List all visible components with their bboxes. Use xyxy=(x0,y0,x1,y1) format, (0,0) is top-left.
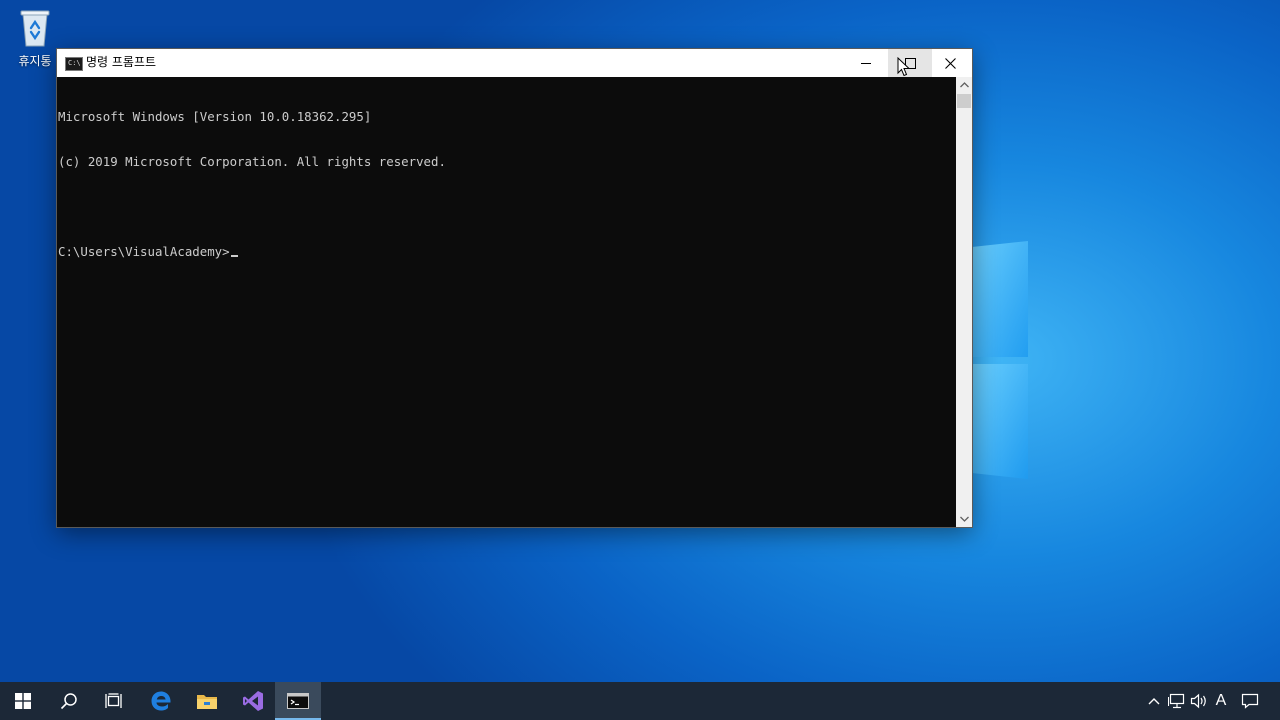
close-icon xyxy=(944,57,956,69)
folder-icon xyxy=(197,695,217,709)
text-cursor xyxy=(230,255,238,257)
chevron-down-icon xyxy=(959,516,969,522)
cmd-app-icon: C:\ xyxy=(65,57,83,71)
task-view-icon xyxy=(105,693,122,708)
scroll-up-button[interactable] xyxy=(956,77,972,93)
mouse-pointer-icon xyxy=(897,57,911,77)
taskbar-edge[interactable] xyxy=(138,682,184,720)
taskbar-file-explorer[interactable] xyxy=(184,682,230,720)
chevron-up-icon xyxy=(1148,698,1160,705)
title-bar[interactable]: C:\ 명령 프롬프트 xyxy=(57,49,972,77)
command-prompt-icon xyxy=(287,693,309,709)
window-title: 명령 프롬프트 xyxy=(86,55,157,69)
minimize-icon xyxy=(860,62,871,64)
console-line: (c) 2019 Microsoft Corporation. All righ… xyxy=(58,154,446,169)
minimize-button[interactable] xyxy=(844,49,888,77)
close-button[interactable] xyxy=(928,49,972,77)
console-prompt-line: C:\Users\VisualAcademy> xyxy=(58,244,956,259)
start-button[interactable] xyxy=(0,682,46,720)
network-icon xyxy=(1168,693,1185,709)
chevron-up-icon xyxy=(959,82,969,88)
command-prompt-window[interactable]: C:\ 명령 프롬프트 Microsoft Windows [Version 1… xyxy=(57,49,972,527)
console-output[interactable]: Microsoft Windows [Version 10.0.18362.29… xyxy=(57,77,956,527)
recycle-bin-icon xyxy=(20,10,50,47)
action-center-button[interactable] xyxy=(1238,682,1262,720)
taskbar-visual-studio[interactable] xyxy=(230,682,276,720)
search-button[interactable] xyxy=(46,682,92,720)
windows-start-icon xyxy=(15,693,31,709)
taskbar: A xyxy=(0,682,1280,720)
volume-button[interactable] xyxy=(1188,682,1210,720)
vertical-scrollbar[interactable] xyxy=(956,77,972,527)
recycle-bin-label: 휴지통 xyxy=(18,54,52,68)
notification-icon xyxy=(1241,693,1259,709)
scroll-thumb[interactable] xyxy=(957,94,971,108)
recycle-bin[interactable]: 휴지통 xyxy=(10,6,60,69)
task-view-button[interactable] xyxy=(91,682,137,720)
show-hidden-icons-button[interactable] xyxy=(1144,682,1164,720)
speaker-icon xyxy=(1190,693,1206,709)
scroll-down-button[interactable] xyxy=(956,511,972,527)
search-icon xyxy=(60,693,77,710)
input-language-indicator[interactable]: A xyxy=(1211,682,1231,720)
visual-studio-icon xyxy=(243,691,263,711)
console-line: Microsoft Windows [Version 10.0.18362.29… xyxy=(58,109,372,124)
edge-icon xyxy=(151,691,171,711)
console-prompt: C:\Users\VisualAcademy> xyxy=(58,244,230,259)
taskbar-command-prompt[interactable] xyxy=(275,682,321,720)
network-button[interactable] xyxy=(1166,682,1188,720)
